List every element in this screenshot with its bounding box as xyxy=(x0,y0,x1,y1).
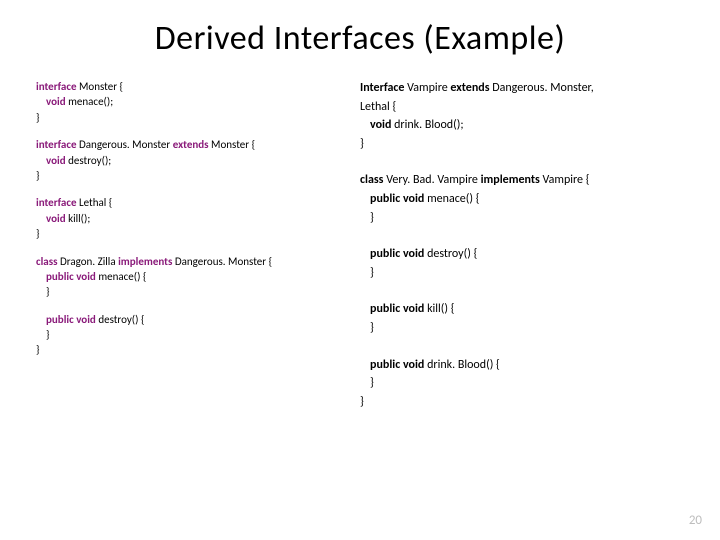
text: drink. Blood() { xyxy=(427,358,500,372)
text: destroy() { xyxy=(427,247,477,261)
kw-implements: implements xyxy=(481,173,543,187)
brace-close: } xyxy=(36,226,360,241)
brace-close: } xyxy=(36,342,360,357)
text: Lethal { xyxy=(79,196,112,209)
kw-public-void: public void xyxy=(370,302,427,316)
kw-void: void xyxy=(46,95,68,108)
text: Monster { xyxy=(79,80,123,93)
right-column: Interface Vampire extends Dangerous. Mon… xyxy=(360,79,684,423)
columns: interface Monster { void menace(); } int… xyxy=(0,59,720,423)
kw-class: class xyxy=(360,173,386,187)
code-monster: interface Monster { void menace(); } xyxy=(36,79,360,125)
text: Vampire { xyxy=(543,173,590,187)
text: Dragon. Zilla xyxy=(60,255,118,268)
vbv-drinkblood: public void drink. Blood() { } } xyxy=(360,356,684,412)
brace-close: } xyxy=(36,284,360,299)
slide-title: Derived Interfaces (Example) xyxy=(0,0,720,59)
kw-void: void xyxy=(46,212,68,225)
brace-close: } xyxy=(360,393,684,412)
kw-implements: implements xyxy=(118,255,175,268)
vbv-kill: public void kill() { } xyxy=(360,300,684,337)
kw-public-void: public void xyxy=(46,313,98,326)
text: menace(); xyxy=(68,95,113,108)
text: Dangerous. Monster { xyxy=(175,255,272,268)
code-vampire: Interface Vampire extends Dangerous. Mon… xyxy=(360,79,684,153)
kw-extends: extends xyxy=(173,138,211,151)
text: kill() { xyxy=(427,302,454,316)
text: Dangerous. Monster xyxy=(79,138,173,151)
left-column: interface Monster { void menace(); } int… xyxy=(36,79,360,423)
vbv-destroy: public void destroy() { } xyxy=(360,245,684,282)
kw-interface: interface xyxy=(36,138,79,151)
code-dangerous-monster: interface Dangerous. Monster extends Mon… xyxy=(36,137,360,183)
kw-public-void: public void xyxy=(46,270,98,283)
kw-extends: extends xyxy=(450,81,492,95)
code-dragonzilla-2: public void destroy() { } } xyxy=(36,312,360,358)
text: Vampire xyxy=(407,81,450,95)
kw-interface: interface xyxy=(36,196,79,209)
brace-close: } xyxy=(36,168,360,183)
text: kill(); xyxy=(68,212,90,225)
kw-public-void: public void xyxy=(370,247,427,261)
kw-public-void: public void xyxy=(370,192,427,206)
text: menace() { xyxy=(427,192,479,206)
text: drink. Blood(); xyxy=(394,118,463,132)
kw-interface: interface xyxy=(36,80,79,93)
code-dragonzilla: class Dragon. Zilla implements Dangerous… xyxy=(36,254,360,300)
code-lethal: interface Lethal { void kill(); } xyxy=(36,195,360,241)
text: destroy(); xyxy=(68,154,111,167)
kw-class: class xyxy=(36,255,60,268)
text: destroy() { xyxy=(98,313,144,326)
brace-close: } xyxy=(360,374,684,393)
brace-close: } xyxy=(360,319,684,338)
brace-close: } xyxy=(360,135,684,154)
brace-close: } xyxy=(36,110,360,125)
kw-void: void xyxy=(46,154,68,167)
text: Monster { xyxy=(211,138,255,151)
brace-close: } xyxy=(360,209,684,228)
text: Very. Bad. Vampire xyxy=(386,173,480,187)
code-verybadvampire: class Very. Bad. Vampire implements Vamp… xyxy=(360,171,684,227)
page-number: 20 xyxy=(689,513,702,528)
kw-void: void xyxy=(370,118,394,132)
text: Dangerous. Monster, xyxy=(492,81,593,95)
brace-close: } xyxy=(360,264,684,283)
text: menace() { xyxy=(98,270,146,283)
text: Lethal { xyxy=(360,98,684,117)
kw-interface: Interface xyxy=(360,81,407,95)
brace-close: } xyxy=(36,327,360,342)
kw-public-void: public void xyxy=(370,358,427,372)
